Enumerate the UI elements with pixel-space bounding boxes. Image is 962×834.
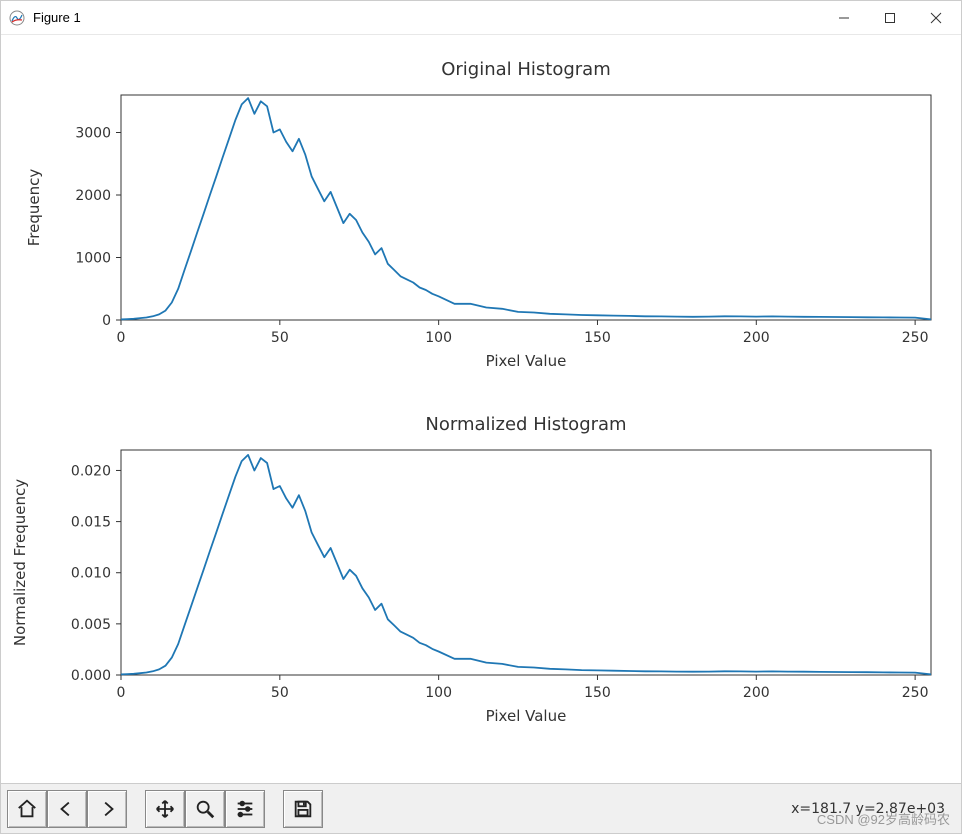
y-tick-label: 3000 [75,126,111,142]
close-button[interactable] [913,2,959,34]
chart-title: Normalized Histogram [425,414,626,435]
figure-canvas[interactable]: Original Histogram0501001502002500100020… [1,35,961,783]
window-titlebar: Figure 1 [1,1,961,35]
home-button[interactable] [7,790,47,828]
configure-subplots-button[interactable] [225,790,265,828]
x-tick-label: 150 [584,685,611,701]
minimize-button[interactable] [821,2,867,34]
x-tick-label: 100 [425,330,452,346]
y-tick-label: 0.010 [71,566,111,582]
x-tick-label: 150 [584,330,611,346]
window-title: Figure 1 [33,10,81,25]
x-tick-label: 200 [743,685,770,701]
y-tick-label: 0 [102,313,111,329]
y-tick-label: 1000 [75,251,111,267]
x-tick-label: 200 [743,330,770,346]
x-axis-label: Pixel Value [486,707,567,725]
watermark-text: CSDN @92岁高龄码农 [817,809,950,828]
y-axis-label: Normalized Frequency [11,479,29,646]
x-tick-label: 250 [902,685,929,701]
x-tick-label: 0 [117,685,126,701]
data-line [121,455,931,675]
pan-button[interactable] [145,790,185,828]
x-tick-label: 250 [902,330,929,346]
y-axis-label: Frequency [25,169,43,247]
y-tick-label: 0.005 [71,617,111,633]
chart-title: Original Histogram [441,59,611,80]
maximize-button[interactable] [867,2,913,34]
data-line [121,98,931,319]
x-tick-label: 0 [117,330,126,346]
x-tick-label: 50 [271,330,289,346]
save-button[interactable] [283,790,323,828]
back-button[interactable] [47,790,87,828]
y-tick-label: 0.020 [71,463,111,479]
x-tick-label: 50 [271,685,289,701]
axes-frame [121,450,931,675]
y-tick-label: 0.015 [71,515,111,531]
x-tick-label: 100 [425,685,452,701]
y-tick-label: 0.000 [71,668,111,684]
zoom-button[interactable] [185,790,225,828]
forward-button[interactable] [87,790,127,828]
y-tick-label: 2000 [75,188,111,204]
axes-frame [121,95,931,320]
x-axis-label: Pixel Value [486,352,567,370]
app-icon [9,10,25,26]
